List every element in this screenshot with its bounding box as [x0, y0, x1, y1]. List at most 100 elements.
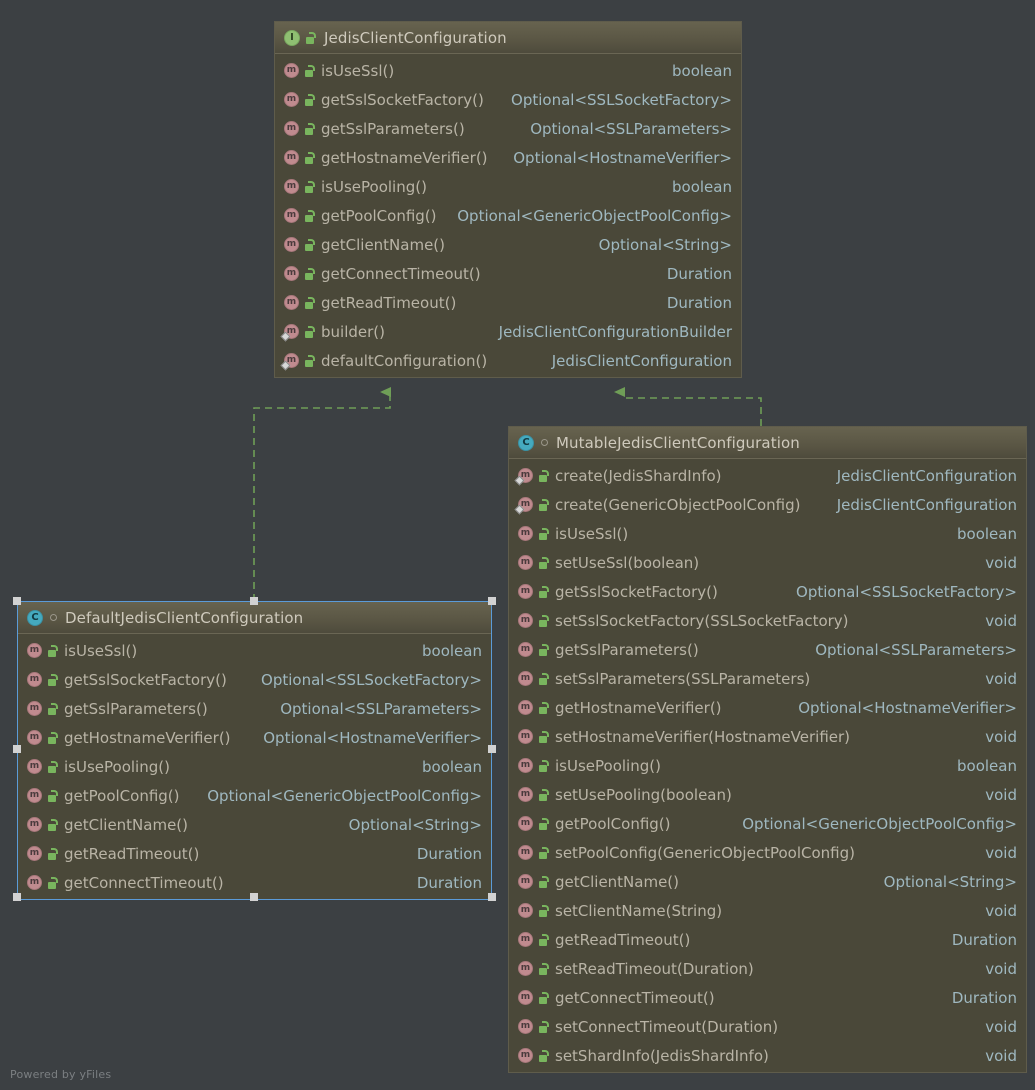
member-signature: getPoolConfig() [555, 814, 671, 833]
method-icon: m [284, 208, 299, 223]
class-icon: C [27, 609, 43, 626]
uml-class-node-mutable-jedis-client-configuration[interactable]: C MutableJedisClientConfiguration m creat… [508, 426, 1027, 1073]
method-icon: m [284, 179, 299, 194]
member-row[interactable]: m getClientName() Optional<String> [18, 810, 491, 839]
node-members: m create(JedisShardInfo) JedisClientConfig… [509, 459, 1026, 1072]
member-row[interactable]: m isUsePooling() boolean [275, 172, 741, 201]
member-return-type: boolean [957, 524, 1017, 543]
member-row[interactable]: m getSslParameters() Optional<SSLParameter… [275, 114, 741, 143]
edge-default-implements-jedis[interactable] [253, 387, 391, 601]
member-row[interactable]: m setHostnameVerifier(HostnameVerifier) vo… [509, 722, 1026, 751]
public-lock-icon [539, 1020, 550, 1033]
method-icon: m [518, 555, 533, 570]
member-row[interactable]: m getHostnameVerifier() Optional<HostnameV… [275, 143, 741, 172]
method-icon: m [284, 266, 299, 281]
public-lock-icon [539, 469, 550, 482]
member-row[interactable]: m getHostnameVerifier() Optional<HostnameV… [509, 693, 1026, 722]
member-row[interactable]: m getSslParameters() Optional<SSLParameter… [509, 635, 1026, 664]
member-row[interactable]: m create(JedisShardInfo) JedisClientConfig… [509, 461, 1026, 490]
member-row[interactable]: m getConnectTimeout() Duration [509, 983, 1026, 1012]
method-icon: m [518, 961, 533, 976]
member-row[interactable]: m getPoolConfig() Optional<GenericObjectPo… [18, 781, 491, 810]
node-title: MutableJedisClientConfiguration [556, 433, 800, 452]
public-lock-icon [305, 122, 316, 135]
edge-mutable-implements-jedis[interactable] [614, 387, 762, 426]
member-signature: getPoolConfig() [64, 786, 180, 805]
method-icon: m [27, 701, 42, 716]
member-row[interactable]: m getConnectTimeout() Duration [275, 259, 741, 288]
member-row[interactable]: m setPoolConfig(GenericObjectPoolConfig) v… [509, 838, 1026, 867]
member-row[interactable]: m getReadTimeout() Duration [509, 925, 1026, 954]
uml-class-node-default-jedis-client-configuration[interactable]: C DefaultJedisClientConfiguration m isUse… [17, 601, 492, 900]
member-row[interactable]: m isUsePooling() boolean [18, 752, 491, 781]
member-signature: isUsePooling() [321, 177, 427, 196]
member-row[interactable]: m isUseSsl() boolean [275, 56, 741, 85]
method-icon: m [518, 642, 533, 657]
selection-handle[interactable] [488, 597, 496, 605]
member-row[interactable]: m isUseSsl() boolean [18, 636, 491, 665]
uml-class-node-jedis-client-configuration[interactable]: I JedisClientConfiguration m isUseSsl() bo… [274, 21, 742, 378]
selection-handle[interactable] [13, 893, 21, 901]
selection-handle[interactable] [13, 597, 21, 605]
public-lock-icon [305, 180, 316, 193]
member-row[interactable]: m isUseSsl() boolean [509, 519, 1026, 548]
member-signature: getConnectTimeout() [321, 264, 481, 283]
member-row[interactable]: m isUsePooling() boolean [509, 751, 1026, 780]
member-row[interactable]: m setUseSsl(boolean) void [509, 548, 1026, 577]
method-icon: m [27, 643, 42, 658]
public-lock-icon [539, 527, 550, 540]
member-row[interactable]: m setReadTimeout(Duration) void [509, 954, 1026, 983]
method-icon: m [27, 730, 42, 745]
member-row[interactable]: m setClientName(String) void [509, 896, 1026, 925]
member-row[interactable]: m setShardInfo(JedisShardInfo) void [509, 1041, 1026, 1070]
method-icon: m [518, 932, 533, 947]
member-return-type: Optional<String> [348, 815, 482, 834]
member-signature: getSslParameters() [64, 699, 208, 718]
method-icon: m [518, 758, 533, 773]
method-icon: m [518, 874, 533, 889]
member-row[interactable]: m setSslSocketFactory(SSLSocketFactory) vo… [509, 606, 1026, 635]
member-row[interactable]: m setConnectTimeout(Duration) void [509, 1012, 1026, 1041]
node-header[interactable]: I JedisClientConfiguration [275, 22, 741, 54]
method-icon: m [518, 700, 533, 715]
selection-handle[interactable] [250, 893, 258, 901]
member-return-type: void [985, 611, 1017, 630]
member-row[interactable]: m getSslSocketFactory() Optional<SSLSocket… [509, 577, 1026, 606]
member-signature: getReadTimeout() [555, 930, 691, 949]
selection-handle[interactable] [488, 745, 496, 753]
node-header[interactable]: C MutableJedisClientConfiguration [509, 427, 1026, 459]
member-signature: create(GenericObjectPoolConfig) [555, 495, 801, 514]
member-row[interactable]: m getPoolConfig() Optional<GenericObjectPo… [275, 201, 741, 230]
member-row[interactable]: m setUsePooling(boolean) void [509, 780, 1026, 809]
member-signature: getSslSocketFactory() [64, 670, 227, 689]
member-row[interactable]: m getSslSocketFactory() Optional<SSLSocket… [18, 665, 491, 694]
member-row[interactable]: m getClientName() Optional<String> [509, 867, 1026, 896]
node-header[interactable]: C DefaultJedisClientConfiguration [18, 602, 491, 634]
selection-handle[interactable] [250, 597, 258, 605]
member-return-type: void [985, 1046, 1017, 1065]
member-row[interactable]: m create(GenericObjectPoolConfig) JedisCli… [509, 490, 1026, 519]
selection-handle[interactable] [488, 893, 496, 901]
member-row[interactable]: m getSslParameters() Optional<SSLParameter… [18, 694, 491, 723]
member-row[interactable]: m setSslParameters(SSLParameters) void [509, 664, 1026, 693]
member-row[interactable]: m getClientName() Optional<String> [275, 230, 741, 259]
selection-handle[interactable] [13, 745, 21, 753]
member-row[interactable]: m getPoolConfig() Optional<GenericObjectPo… [509, 809, 1026, 838]
member-return-type: Optional<SSLParameters> [815, 640, 1017, 659]
method-icon: m [514, 497, 533, 515]
public-lock-icon [48, 673, 59, 686]
member-row[interactable]: m getReadTimeout() Duration [18, 839, 491, 868]
member-row[interactable]: m getSslSocketFactory() Optional<SSLSocket… [275, 85, 741, 114]
public-lock-icon [539, 730, 550, 743]
member-row[interactable]: m builder() JedisClientConfigurationBuilde… [275, 317, 741, 346]
member-row[interactable]: m getReadTimeout() Duration [275, 288, 741, 317]
member-signature: builder() [321, 322, 385, 341]
member-row[interactable]: m defaultConfiguration() JedisClientConfig… [275, 346, 741, 375]
method-icon: m [518, 613, 533, 628]
member-return-type: void [985, 669, 1017, 688]
member-row[interactable]: m getHostnameVerifier() Optional<HostnameV… [18, 723, 491, 752]
method-icon: m [27, 846, 42, 861]
member-signature: setSslParameters(SSLParameters) [555, 669, 811, 688]
diagram-canvas[interactable]: I JedisClientConfiguration m isUseSsl() bo… [0, 0, 1035, 1090]
method-icon: m [280, 324, 299, 342]
